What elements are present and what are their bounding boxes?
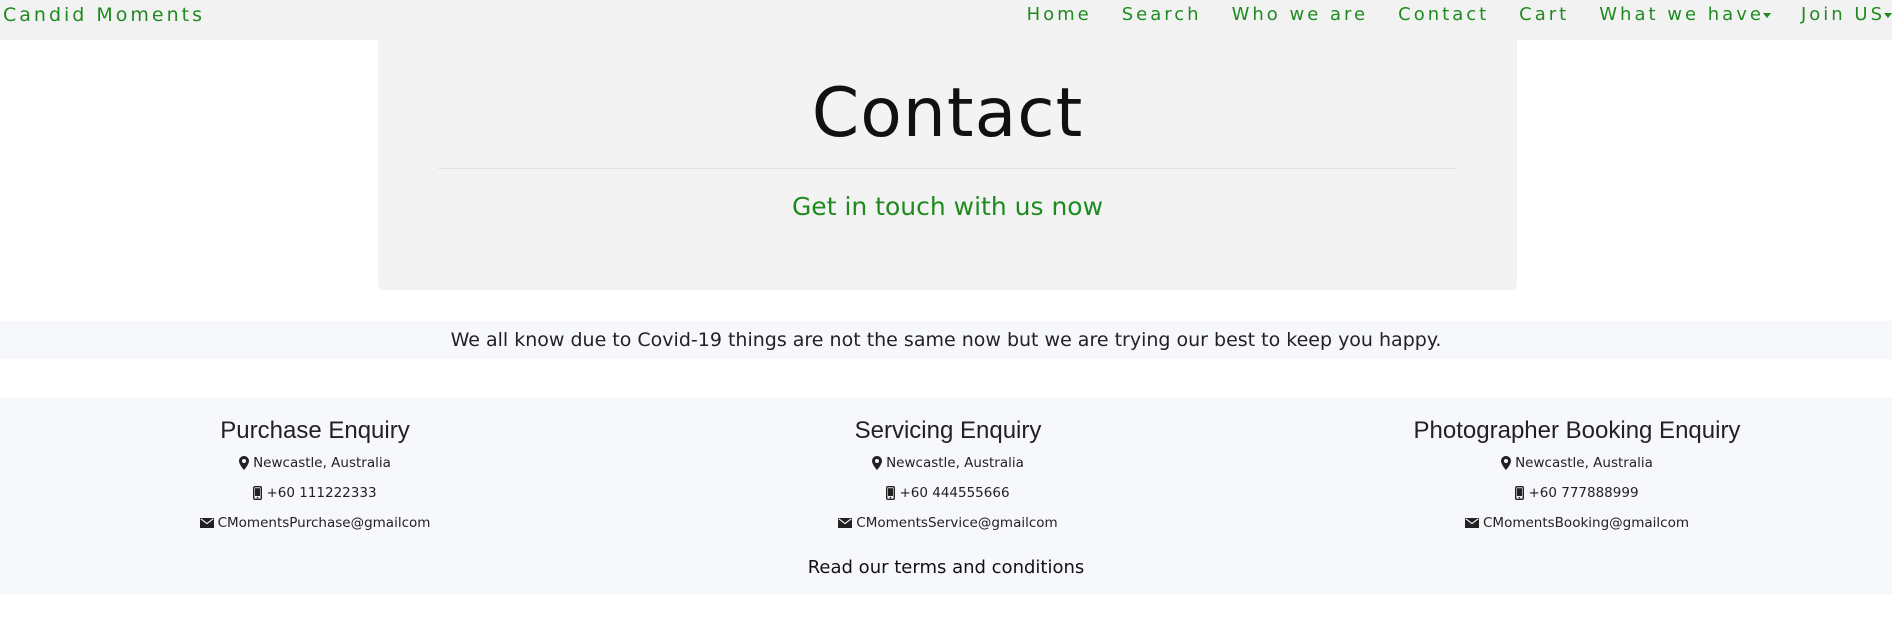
enquiry-phone: +60 444555666: [633, 485, 1263, 501]
envelope-icon: [838, 518, 853, 528]
enquiry-phone: +60 111222333: [0, 485, 630, 501]
enquiry-email-text[interactable]: CMomentsService@gmailcom: [856, 515, 1057, 531]
covid-notice: We all know due to Covid-19 things are n…: [0, 321, 1892, 359]
map-marker-icon: [239, 456, 250, 470]
enquiry-title: Purchase Enquiry: [220, 417, 410, 444]
enquiry-phone: +60 777888999: [1262, 485, 1892, 501]
top-navbar: Candid Moments Home Search Who we are Co…: [0, 0, 1892, 40]
enquiry-location-text: Newcastle, Australia: [253, 455, 391, 471]
map-marker-icon: [872, 456, 883, 470]
enquiry-email: CMomentsPurchase@gmailcom: [0, 515, 630, 531]
nav-item-who-we-are[interactable]: Who we are: [1217, 4, 1384, 25]
enquiry-location-text: Newcastle, Australia: [886, 455, 1024, 471]
nav-item-join-us-dropdown[interactable]: Join US: [1786, 4, 1892, 25]
enquiry-title: Photographer Booking Enquiry: [1413, 417, 1741, 444]
nav-item-search[interactable]: Search: [1107, 4, 1217, 25]
nav-item-what-we-have-label: What we have: [1599, 4, 1764, 25]
enquiry-location: Newcastle, Australia: [1262, 455, 1892, 471]
divider: [438, 168, 1457, 169]
brand-logo-link[interactable]: Candid Moments: [3, 4, 205, 26]
page-subtitle: Get in touch with us now: [791, 192, 1104, 221]
nav-item-home[interactable]: Home: [1012, 4, 1107, 25]
caret-down-icon: [1762, 12, 1771, 18]
contact-jumbotron: Contact Get in touch with us now: [378, 40, 1517, 290]
map-marker-icon: [1501, 456, 1512, 470]
nav-item-cart[interactable]: Cart: [1504, 4, 1584, 25]
nav-menu: Home Search Who we are Contact Cart What…: [1012, 4, 1892, 25]
enquiry-email-text[interactable]: CMomentsBooking@gmailcom: [1483, 515, 1689, 531]
caret-down-icon: [1884, 12, 1892, 18]
mobile-phone-icon: [1515, 486, 1525, 500]
mobile-phone-icon: [886, 486, 896, 500]
nav-item-join-us-label: Join US: [1800, 4, 1885, 25]
enquiry-title: Servicing Enquiry: [854, 417, 1042, 444]
enquiry-email-text[interactable]: CMomentsPurchase@gmailcom: [218, 515, 431, 531]
enquiry-location: Newcastle, Australia: [633, 455, 1263, 471]
enquiry-location-text: Newcastle, Australia: [1515, 455, 1653, 471]
nav-item-what-we-have-dropdown[interactable]: What we have: [1584, 4, 1786, 25]
enquiry-phone-text: +60 444555666: [899, 485, 1010, 501]
envelope-icon: [199, 518, 214, 528]
mobile-phone-icon: [253, 486, 263, 500]
page-title: Contact: [811, 74, 1084, 153]
nav-item-contact[interactable]: Contact: [1383, 4, 1504, 25]
terms-and-conditions-link[interactable]: Read our terms and conditions: [0, 557, 1892, 578]
enquiry-email: CMomentsBooking@gmailcom: [1262, 515, 1892, 531]
envelope-icon: [1465, 518, 1479, 528]
enquiry-phone-text: +60 777888999: [1528, 485, 1639, 501]
enquiry-phone-text: +60 111222333: [266, 485, 377, 501]
enquiry-section: Purchase Enquiry Newcastle, Australia +6…: [0, 398, 1892, 594]
enquiry-location: Newcastle, Australia: [0, 455, 630, 471]
enquiry-email: CMomentsService@gmailcom: [633, 515, 1263, 531]
